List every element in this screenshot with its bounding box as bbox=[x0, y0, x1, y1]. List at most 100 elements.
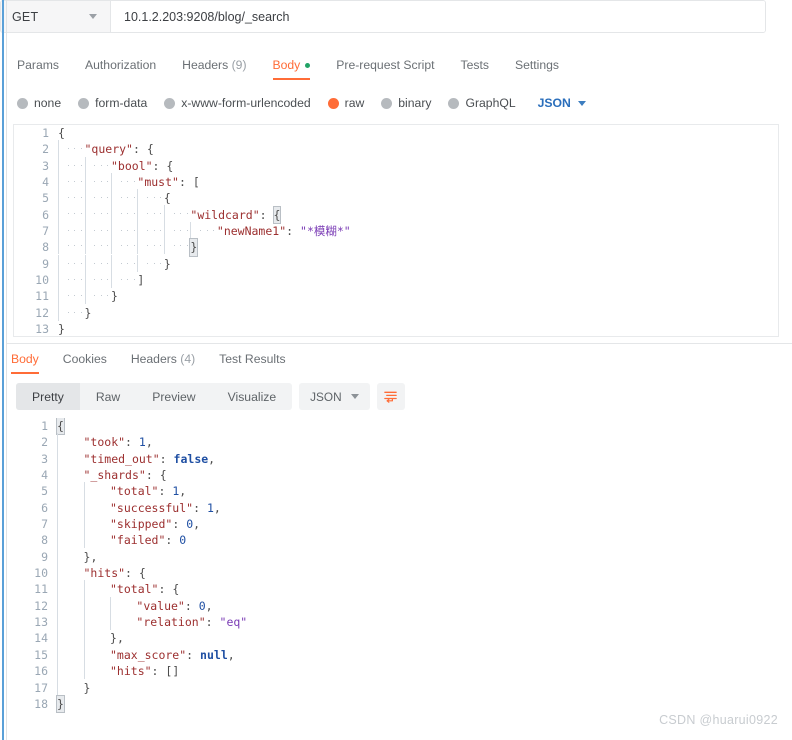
panel-divider bbox=[7, 343, 792, 344]
response-view-pretty[interactable]: Pretty bbox=[16, 383, 80, 410]
body-mode-binary[interactable]: binary bbox=[381, 96, 431, 110]
code-text: "failed": 0 bbox=[57, 531, 779, 549]
code-text: } bbox=[57, 678, 779, 696]
response-tab-test-results[interactable]: Test Results bbox=[207, 352, 297, 374]
code-text: "skipped": 0, bbox=[57, 515, 779, 533]
line-number: 9 bbox=[41, 549, 48, 564]
code-text: "_shards": { bbox=[57, 466, 779, 484]
request-body-editor[interactable]: 1{2 "query": {3 "bool": {4 "must": [5{6 "wil… bbox=[13, 124, 779, 337]
body-mode-raw[interactable]: raw bbox=[327, 96, 365, 110]
request-tab-count: (9) bbox=[228, 58, 247, 72]
body-present-dot-icon bbox=[305, 63, 311, 69]
response-format-select[interactable]: JSON bbox=[299, 383, 370, 410]
line-number: 3 bbox=[42, 158, 49, 173]
response-view-bar: Pretty Raw Preview Visualize JSON bbox=[16, 383, 405, 410]
request-tab-tests[interactable]: Tests bbox=[448, 58, 502, 80]
response-tab-cookies[interactable]: Cookies bbox=[51, 352, 119, 374]
request-tab-authorization[interactable]: Authorization bbox=[72, 58, 169, 80]
request-url-input[interactable]: 10.1.2.203:9208/blog/_search bbox=[111, 1, 765, 32]
response-view-label: Visualize bbox=[227, 389, 277, 404]
code-line: 11} bbox=[14, 287, 778, 305]
code-text: "relation": "eq" bbox=[57, 613, 779, 631]
body-mode-form-data[interactable]: form-data bbox=[78, 96, 147, 110]
code-text: { bbox=[56, 418, 779, 436]
response-tab-headers[interactable]: Headers (4) bbox=[119, 352, 207, 374]
code-text: } bbox=[58, 237, 778, 257]
response-tabs: Body Cookies Headers (4) Test Results bbox=[11, 352, 298, 374]
left-divider-line bbox=[6, 0, 7, 740]
line-number: 14 bbox=[34, 631, 48, 646]
response-view-switch: Pretty Raw Preview Visualize bbox=[16, 383, 293, 410]
line-number: 8 bbox=[41, 533, 48, 548]
request-tab-headers[interactable]: Headers (9) bbox=[169, 58, 259, 80]
code-text: "newName1": "*模糊*" bbox=[58, 222, 778, 240]
response-tab-label: Cookies bbox=[62, 352, 107, 366]
line-number: 5 bbox=[41, 484, 48, 499]
response-tab-label: Headers bbox=[130, 352, 177, 366]
response-view-raw[interactable]: Raw bbox=[80, 383, 136, 410]
response-tab-body[interactable]: Body bbox=[11, 352, 51, 374]
raw-format-label: JSON bbox=[537, 96, 571, 110]
left-accent-rail bbox=[2, 0, 4, 740]
body-mode-label: binary bbox=[398, 96, 432, 110]
code-line: 6 "wildcard": { bbox=[14, 204, 778, 225]
line-number: 13 bbox=[35, 322, 49, 337]
body-mode-label: none bbox=[34, 96, 62, 110]
body-mode-graphql[interactable]: GraphQL bbox=[448, 96, 516, 110]
code-line: 14}, bbox=[13, 629, 779, 647]
http-method-select[interactable]: GET bbox=[1, 1, 111, 32]
code-text: ] bbox=[58, 271, 778, 289]
request-tab-settings[interactable]: Settings bbox=[502, 58, 572, 80]
request-tab-label: Body bbox=[272, 58, 301, 72]
raw-format-select[interactable]: JSON bbox=[538, 96, 586, 110]
code-text: } bbox=[58, 287, 778, 305]
beautify-button[interactable] bbox=[376, 383, 405, 410]
line-number: 2 bbox=[41, 435, 48, 450]
line-number: 17 bbox=[34, 680, 48, 695]
code-line: 17} bbox=[13, 678, 779, 696]
response-tab-count: (4) bbox=[176, 352, 196, 366]
body-mode-none[interactable]: none bbox=[17, 96, 61, 110]
code-text: } bbox=[58, 322, 65, 337]
code-line: 11 "total": { bbox=[13, 580, 779, 598]
code-text: "total": 1, bbox=[57, 482, 779, 500]
line-number: 11 bbox=[35, 289, 49, 304]
request-tab-body[interactable]: Body bbox=[260, 58, 324, 80]
response-view-preview[interactable]: Preview bbox=[136, 383, 211, 410]
code-text: "hits": { bbox=[57, 564, 779, 582]
code-line: 5{ bbox=[14, 189, 778, 207]
postman-window: GET 10.1.2.203:9208/blog/_search Params A… bbox=[0, 0, 792, 740]
request-tab-pre-request-script[interactable]: Pre-request Script bbox=[323, 58, 447, 80]
radio-button-icon bbox=[164, 97, 176, 109]
body-mode-label: raw bbox=[344, 96, 365, 110]
request-tab-params[interactable]: Params bbox=[13, 58, 72, 80]
code-line: 16 "hits": [] bbox=[13, 662, 779, 680]
code-text: "value": 0, bbox=[57, 596, 779, 614]
code-text: "total": { bbox=[57, 580, 779, 598]
response-body-editor[interactable]: 1{2 "took": 1, 3 "timed_out": false, 4 "_shar… bbox=[13, 418, 779, 722]
line-number: 4 bbox=[42, 175, 49, 190]
radio-button-icon bbox=[381, 97, 393, 109]
code-text: "must": [ bbox=[58, 173, 778, 191]
request-url-text: 10.1.2.203:9208/blog/_search bbox=[124, 9, 290, 24]
line-number: 1 bbox=[41, 419, 48, 433]
code-line: 8} bbox=[14, 237, 778, 257]
code-text: } bbox=[56, 694, 779, 714]
response-tab-label: Test Results bbox=[219, 352, 286, 366]
line-number: 12 bbox=[34, 598, 48, 613]
response-view-label: Raw bbox=[95, 389, 121, 404]
line-number: 1 bbox=[42, 126, 49, 140]
radio-button-icon bbox=[78, 97, 90, 109]
code-line: 1{ bbox=[13, 418, 779, 436]
radio-button-icon bbox=[448, 97, 460, 109]
code-line: 8 "failed": 0 bbox=[13, 531, 779, 549]
response-view-visualize[interactable]: Visualize bbox=[212, 383, 293, 410]
body-mode-x-www-form-urlencoded[interactable]: x-www-form-urlencoded bbox=[164, 96, 311, 110]
code-line: 10] bbox=[14, 271, 778, 289]
code-line: 15 "max_score": null, bbox=[13, 645, 779, 663]
line-number: 3 bbox=[41, 451, 48, 466]
request-url-bar: GET 10.1.2.203:9208/blog/_search bbox=[0, 0, 766, 33]
code-line: 18} bbox=[13, 694, 779, 714]
response-tab-label: Body bbox=[11, 352, 39, 366]
watermark-text: CSDN @huarui0922 bbox=[659, 713, 778, 727]
